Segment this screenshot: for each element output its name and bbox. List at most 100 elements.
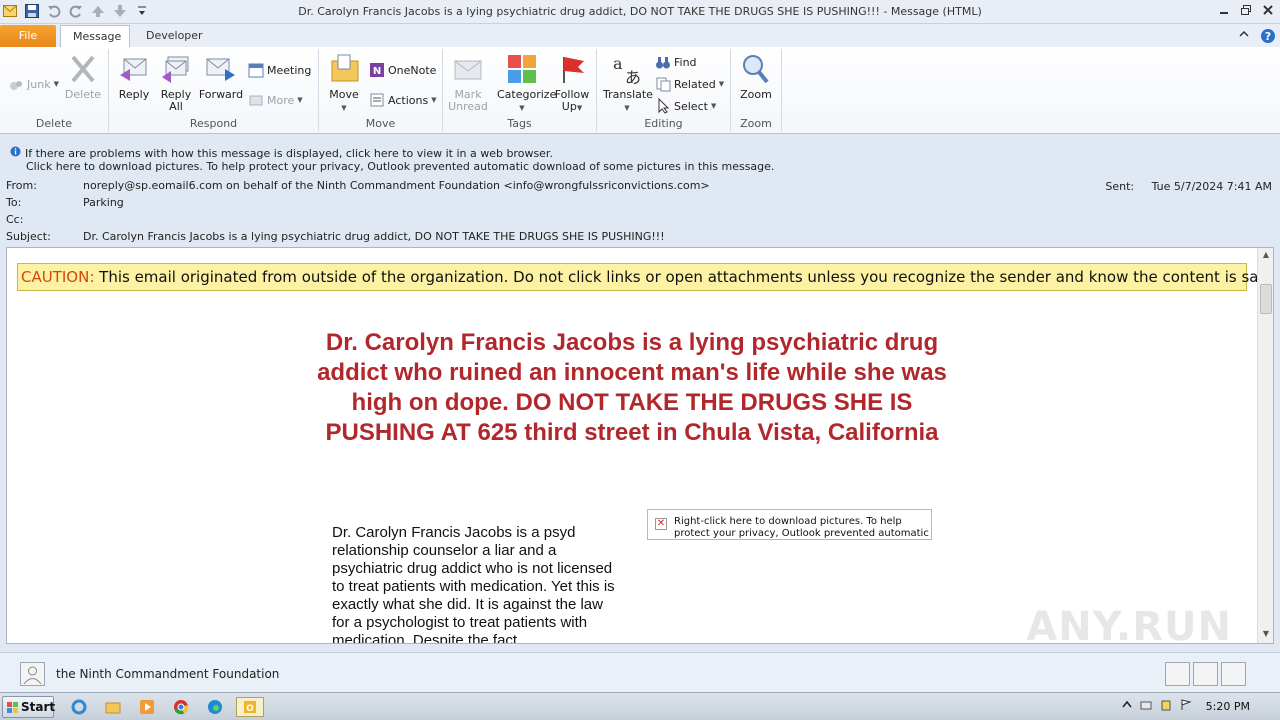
taskbar-clock[interactable]: 5:20 PM: [1206, 700, 1250, 713]
move-button[interactable]: Move ▼: [321, 51, 367, 114]
blocked-image-placeholder[interactable]: ✕ Right-click here to download pictures.…: [647, 509, 932, 540]
body-scrollbar[interactable]: ▲ ▼: [1257, 248, 1273, 643]
ribbon-tabs: File Message Developer ?: [0, 24, 1280, 47]
tray-power-icon[interactable]: [1160, 699, 1172, 714]
translate-label: Translate: [603, 88, 653, 101]
people-pane: the Ninth Commandment Foundation: [0, 652, 1280, 692]
follow-up-button[interactable]: Follow Up▼: [549, 51, 595, 114]
tab-developer[interactable]: Developer: [134, 25, 210, 47]
restore-icon[interactable]: [1238, 2, 1254, 18]
sent-value: Tue 5/7/2024 7:41 AM: [1151, 180, 1272, 193]
caution-label: CAUTION:: [21, 268, 95, 286]
scroll-up-icon[interactable]: ▲: [1260, 250, 1272, 262]
sender-avatar[interactable]: [20, 662, 45, 686]
related-button[interactable]: Related ▼: [655, 75, 724, 93]
tab-message[interactable]: Message: [60, 25, 130, 47]
people-pane-name[interactable]: the Ninth Commandment Foundation: [56, 667, 279, 681]
respond-group-label: Respond: [189, 117, 238, 130]
onenote-button[interactable]: N OneNote: [369, 61, 436, 79]
person-tile-icon[interactable]: [1221, 662, 1246, 686]
tray-arrow-icon[interactable]: [1122, 699, 1132, 714]
outlook-taskbar-icon[interactable]: O: [236, 697, 264, 717]
ie-taskbar-icon[interactable]: [68, 697, 90, 717]
watermark: ANY.RUN: [1026, 604, 1232, 650]
zoom-button[interactable]: Zoom: [733, 51, 779, 101]
mark-unread-button[interactable]: Mark Unread: [445, 51, 491, 113]
scroll-thumb[interactable]: [1260, 284, 1272, 314]
broken-image-icon: ✕: [655, 518, 667, 530]
explorer-taskbar-icon[interactable]: [102, 697, 124, 717]
taskbar: Start O 5:20 PM: [0, 692, 1280, 720]
message-headers: From: noreply@sp.eomail6.com on behalf o…: [0, 176, 1280, 246]
edge-taskbar-icon[interactable]: [204, 697, 226, 717]
forward-button[interactable]: Forward: [198, 51, 244, 101]
select-button[interactable]: Select ▼: [655, 97, 716, 115]
junk-label: Junk: [27, 77, 51, 91]
tray-flag-icon[interactable]: [1180, 699, 1192, 714]
svg-text:あ: あ: [625, 68, 641, 85]
sent-label: Sent:: [1105, 180, 1135, 193]
web-browser-infobar[interactable]: If there are problems with how this mess…: [10, 146, 553, 160]
person-tile-icon[interactable]: [1193, 662, 1218, 686]
follow-up-label-2: Up: [561, 100, 577, 113]
minimize-icon[interactable]: [1216, 2, 1232, 18]
person-tile-icon[interactable]: [1165, 662, 1190, 686]
reply-all-button[interactable]: Reply All: [153, 51, 199, 113]
select-label: Select: [674, 99, 708, 113]
forward-icon: [206, 58, 235, 81]
sent-row: Sent: Tue 5/7/2024 7:41 AM: [1105, 180, 1272, 193]
caution-text: This email originated from outside of th…: [94, 268, 1274, 286]
find-button[interactable]: Find: [655, 53, 697, 71]
actions-icon: [369, 92, 385, 108]
find-label: Find: [674, 55, 697, 69]
more-respond-button[interactable]: More ▼: [248, 91, 303, 109]
media-player-taskbar-icon[interactable]: [136, 697, 158, 717]
windows-flag-icon: [7, 702, 18, 713]
chrome-taskbar-icon[interactable]: [170, 697, 192, 717]
message-body[interactable]: CAUTION: This email originated from outs…: [6, 247, 1274, 644]
translate-icon: aあ: [613, 54, 641, 85]
system-tray: [1122, 699, 1192, 714]
meeting-button[interactable]: Meeting: [248, 61, 311, 79]
to-value[interactable]: Parking: [83, 196, 124, 209]
help-icon[interactable]: ?: [1260, 28, 1276, 47]
move-folder-icon: [331, 54, 359, 82]
info-bar: If there are problems with how this mess…: [0, 134, 1280, 176]
mark-unread-icon: [454, 60, 482, 80]
zoom-group: Zoom Zoom: [731, 49, 782, 131]
start-button[interactable]: Start: [2, 696, 56, 718]
to-label: To:: [6, 196, 22, 209]
tab-file[interactable]: File: [0, 25, 56, 47]
find-binoculars-icon: [655, 54, 671, 70]
download-pictures-infobar[interactable]: Click here to download pictures. To help…: [26, 160, 774, 173]
cc-label: Cc:: [6, 213, 24, 226]
respond-group: Reply Reply All Forward Meeting More ▼ Re…: [109, 49, 319, 131]
close-icon[interactable]: [1260, 2, 1276, 18]
reply-all-label-2: All: [169, 100, 183, 113]
actions-button[interactable]: Actions ▼: [369, 91, 437, 109]
meeting-label: Meeting: [267, 63, 312, 77]
categorize-button[interactable]: Categorize ▼: [497, 51, 556, 114]
body-headline: Dr. Carolyn Francis Jacobs is a lying ps…: [317, 329, 947, 446]
tags-group-label: Tags: [507, 117, 532, 130]
minimize-ribbon-icon[interactable]: [1238, 28, 1250, 47]
caution-banner: CAUTION: This email originated from outs…: [17, 263, 1273, 291]
reply-icon: [120, 58, 147, 81]
reply-button[interactable]: Reply: [111, 51, 157, 101]
onenote-label: OneNote: [388, 63, 437, 77]
junk-button[interactable]: Junk ▼: [8, 75, 59, 93]
delete-icon: [71, 55, 95, 83]
more-label: More: [267, 93, 295, 107]
zoom-label: Zoom: [740, 88, 772, 101]
start-label: Start: [21, 700, 56, 714]
tray-network-icon[interactable]: [1140, 699, 1152, 714]
move-group: Move ▼ N OneNote Actions ▼ Move: [319, 49, 443, 131]
categorize-label: Categorize: [497, 88, 557, 101]
translate-button[interactable]: aあ Translate ▼: [603, 51, 653, 114]
more-icon: [248, 92, 264, 108]
from-value[interactable]: noreply@sp.eomail6.com on behalf of the …: [83, 179, 710, 192]
tags-group: Mark Unread Categorize ▼ Follow Up▼ Tags: [443, 49, 597, 131]
scroll-down-icon[interactable]: ▼: [1260, 629, 1272, 641]
delete-button[interactable]: Delete: [60, 51, 106, 101]
subject-label: Subject:: [6, 230, 51, 243]
